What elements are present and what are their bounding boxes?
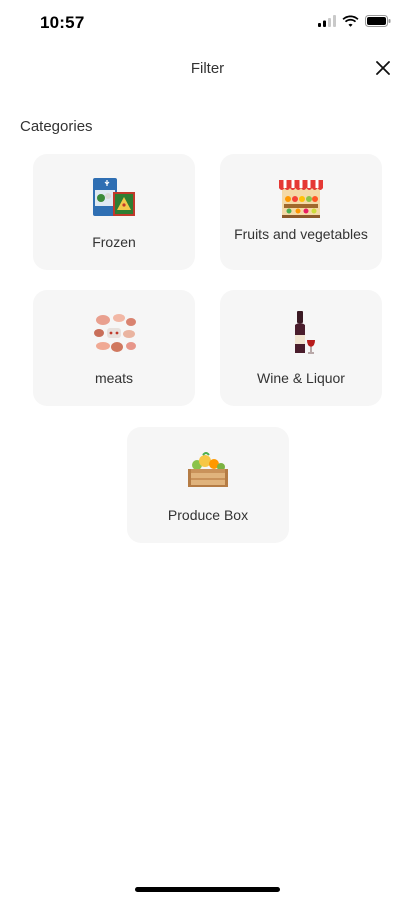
page-title: Filter <box>190 60 225 77</box>
category-card-wine-and-liquor[interactable]: Wine & Liquor <box>220 290 382 406</box>
signal-icon <box>318 15 336 27</box>
category-label-produce-box: Produce Box <box>167 507 249 523</box>
home-indicator <box>135 887 280 892</box>
wine-bottle-icon <box>295 311 315 354</box>
filter-header: Filter <box>0 52 415 86</box>
category-card-frozen[interactable]: Frozen <box>33 154 195 270</box>
category-label-frozen: Frozen <box>92 234 136 250</box>
meats-icon <box>94 314 136 352</box>
wifi-icon <box>342 15 359 27</box>
category-label-wine-and-liquor: Wine & Liquor <box>257 370 345 386</box>
produce-crate-icon <box>188 452 228 487</box>
section-label-categories: Categories <box>20 118 93 135</box>
category-card-fruits-and-vegetables[interactable]: Fruits and vegetables <box>220 154 382 270</box>
status-bar: 10:57 <box>0 0 415 44</box>
category-card-produce-box[interactable]: Produce Box <box>127 427 289 543</box>
status-time: 10:57 <box>40 13 85 32</box>
close-button[interactable] <box>371 56 395 80</box>
category-card-meats[interactable]: meats <box>33 290 195 406</box>
status-icons <box>318 15 391 27</box>
category-label-fruits-and-vegetables: Fruits and vegetables <box>234 226 368 242</box>
close-icon <box>376 61 390 75</box>
frozen-food-icon <box>93 178 135 216</box>
battery-icon <box>365 15 391 27</box>
produce-stand-icon <box>279 180 323 218</box>
category-label-meats: meats <box>94 370 134 386</box>
